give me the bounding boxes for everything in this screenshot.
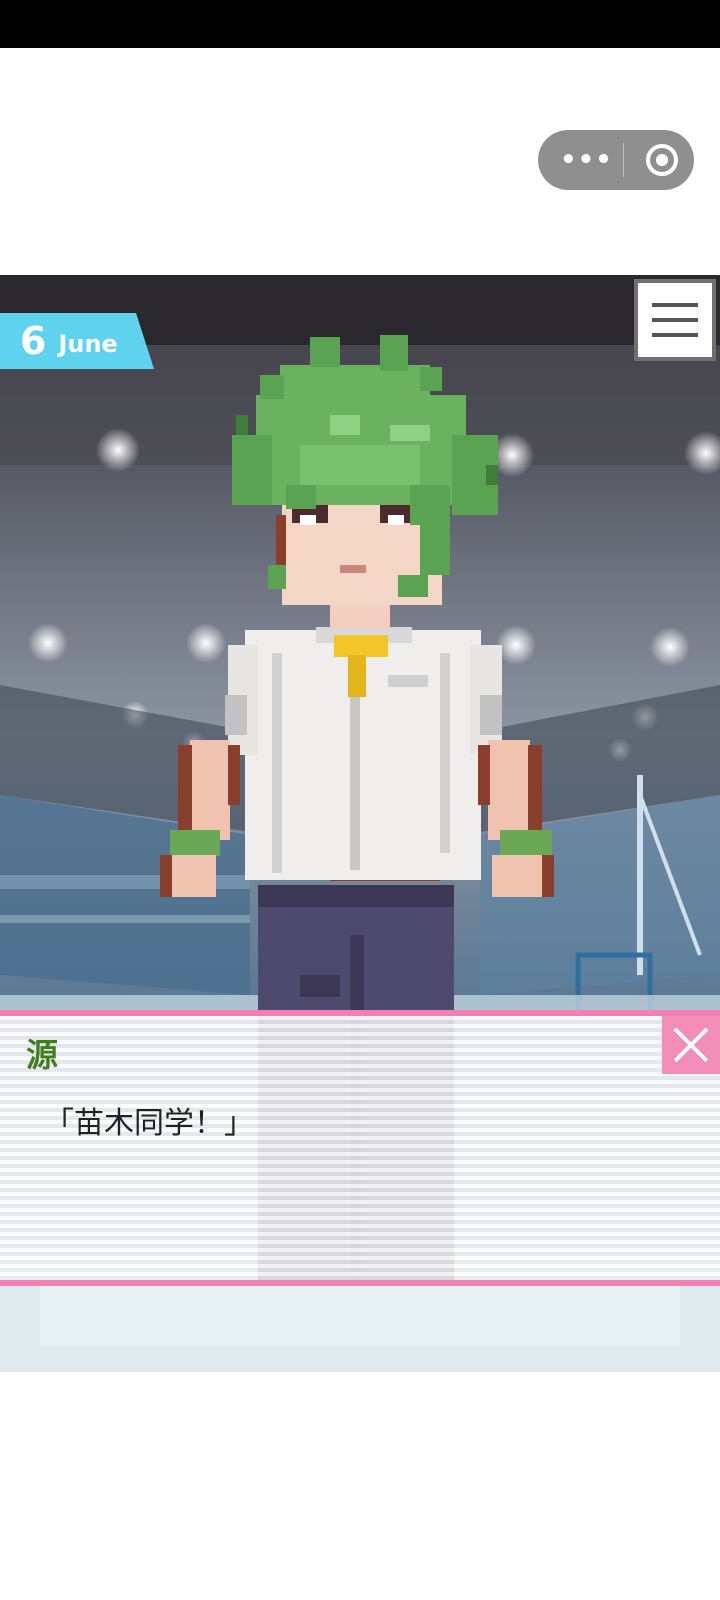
hamburger-menu-icon[interactable] xyxy=(634,279,716,361)
capsule-divider xyxy=(622,143,624,177)
menu-line xyxy=(652,303,698,307)
game-scene[interactable]: 6 June 源 「苗木同学！」 xyxy=(0,275,720,1372)
date-month: June xyxy=(58,330,118,358)
speaker-name: 源 xyxy=(26,1036,59,1074)
close-x-icon[interactable] xyxy=(662,1016,720,1074)
date-day: 6 xyxy=(20,319,47,363)
menu-line xyxy=(652,333,698,337)
date-badge: 6 June xyxy=(0,313,154,369)
dialog-line: 「苗木同学！」 xyxy=(44,1106,254,1141)
menu-line xyxy=(652,318,698,322)
target-circle-icon[interactable] xyxy=(646,144,678,176)
dialog-box[interactable]: 源 「苗木同学！」 xyxy=(0,1010,720,1286)
status-bar xyxy=(0,0,720,48)
more-dots-icon[interactable]: ••• xyxy=(560,130,612,190)
miniprogram-capsule: ••• xyxy=(538,130,694,190)
